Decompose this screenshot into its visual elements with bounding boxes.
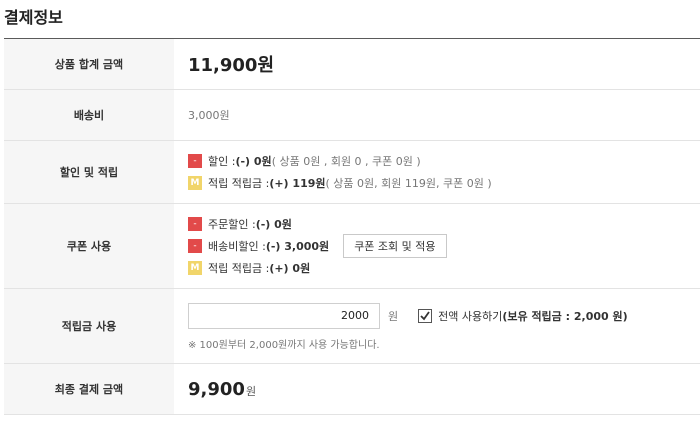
points-row: 적립금 사용 2000 원 전액 사용하기 (보유 적립금 : 2,000 원)… (4, 289, 700, 364)
mileage-value: (+) 119원 (269, 177, 326, 190)
order-discount-value: (-) 0원 (255, 218, 292, 231)
mileage-line: M 적립 적립금 : (+) 119원 ( 상품 0원, 회원 119원, 쿠폰… (188, 172, 700, 194)
points-unit: 원 (388, 309, 399, 323)
minus-badge-icon: - (188, 239, 202, 253)
points-input-line: 2000 원 전액 사용하기 (보유 적립금 : 2,000 원) (188, 302, 700, 330)
subtotal-row: 상품 합계 금액 11,900원 (4, 39, 700, 90)
coupon-label: 쿠폰 사용 (4, 204, 174, 288)
subtotal-label: 상품 합계 금액 (4, 39, 174, 89)
shipping-row: 배송비 3,000원 (4, 90, 700, 141)
ship-discount-line: - 배송비할인 : (-) 3,000원 쿠폰 조회 및 적용 (188, 234, 700, 258)
use-all-label[interactable]: 전액 사용하기 (438, 308, 502, 324)
coupon-row: 쿠폰 사용 - 주문할인 : (-) 0원 - 배송비할인 : (-) 3,00… (4, 204, 700, 289)
use-all-detail: (보유 적립금 : 2,000 원) (502, 309, 628, 323)
discount-prefix: 할인 : (208, 155, 236, 168)
checkmark-icon (420, 310, 430, 320)
mileage-detail: ( 상품 0원, 회원 119원, 쿠폰 0원 ) (325, 177, 492, 190)
ship-discount-value: (-) 3,000원 (265, 240, 330, 253)
discount-line: - 할인 : (-) 0원 ( 상품 0원 , 회원 0 , 쿠폰 0원 ) (188, 150, 700, 172)
points-note: ※ 100원부터 2,000원까지 사용 가능합니다. (188, 339, 380, 351)
minus-badge-icon: - (188, 154, 202, 168)
total-unit: 원 (245, 384, 257, 398)
shipping-label: 배송비 (4, 90, 174, 140)
subtotal-amount: 11,900원 (188, 55, 275, 76)
total-amount: 9,900 (188, 378, 245, 400)
order-discount-prefix: 주문할인 : (208, 218, 256, 231)
coupon-mileage-value: (+) 0원 (269, 262, 311, 275)
total-label: 최종 결제 금액 (4, 364, 174, 414)
payment-info-title: 결제정보 (4, 8, 63, 27)
discount-value: (-) 0원 (235, 155, 272, 168)
ship-discount-prefix: 배송비할인 : (208, 240, 266, 253)
total-amount-wrap: 9,900 원 (188, 379, 700, 400)
shipping-amount: 3,000원 (188, 109, 230, 122)
points-label: 적립금 사용 (4, 289, 174, 363)
payment-info-table: 상품 합계 금액 11,900원 배송비 3,000원 할인 및 적립 - 할인… (4, 38, 700, 415)
coupon-mileage-prefix: 적립 적립금 : (208, 262, 270, 275)
order-discount-line: - 주문할인 : (-) 0원 (188, 213, 700, 235)
mileage-badge-icon: M (188, 176, 202, 190)
points-input[interactable]: 2000 (188, 302, 380, 329)
mileage-prefix: 적립 적립금 : (208, 177, 270, 190)
coupon-lookup-button[interactable]: 쿠폰 조회 및 적용 (343, 234, 447, 258)
discount-detail: ( 상품 0원 , 회원 0 , 쿠폰 0원 ) (271, 155, 421, 168)
discount-label: 할인 및 적립 (4, 141, 174, 203)
mileage-badge-icon: M (188, 261, 202, 275)
discount-row: 할인 및 적립 - 할인 : (-) 0원 ( 상품 0원 , 회원 0 , 쿠… (4, 141, 700, 204)
coupon-mileage-line: M 적립 적립금 : (+) 0원 (188, 257, 700, 279)
minus-badge-icon: - (188, 217, 202, 231)
use-all-checkbox[interactable] (418, 308, 433, 323)
total-row: 최종 결제 금액 9,900 원 (4, 364, 700, 415)
